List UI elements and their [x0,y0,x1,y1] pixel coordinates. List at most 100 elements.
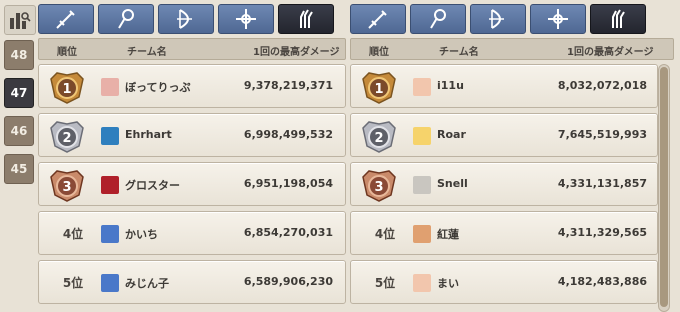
team-avatar [101,274,119,292]
cross-icon [236,9,256,29]
team-name: まい [437,277,459,290]
ranking-row[interactable]: 5位 みじん子 6,589,906,230 [38,260,346,304]
ranking-scrollbar[interactable] [658,64,670,312]
rank-number: 1 [374,82,383,97]
tab-cross[interactable] [218,4,274,34]
header-rank: 順位 [57,47,77,58]
sword-icon [368,10,387,29]
ranking-column-header: 順位 チーム名 1回の最高ダメージ [38,38,346,60]
damage-value: 6,951,198,054 [243,177,333,190]
ranking-row[interactable]: 5位 まい 4,182,483,886 [350,260,658,304]
team-avatar [413,274,431,292]
staff-icon [118,9,134,29]
ranking-row[interactable]: 3 グロスター 6,951,198,054 [38,162,346,206]
rank-number: 1 [62,82,71,97]
bronze-medal-icon: 3 [50,170,84,202]
tab-gauntlet[interactable] [590,4,646,34]
rank-number: 2 [62,131,71,146]
ranking-row[interactable]: 2 Ehrhart 6,998,499,532 [38,113,346,157]
rank-number: 4位 [62,227,84,241]
ranking-panel-left: 順位 チーム名 1回の最高ダメージ 1 ぼってりっぷ 9,378,219,371 [38,0,346,312]
damage-value: 6,998,499,532 [243,128,333,141]
damage-value: 6,854,270,031 [243,226,333,239]
team-avatar [413,176,431,194]
tab-staff[interactable] [410,4,466,34]
rank-number: 3 [374,180,383,195]
bow-icon [489,9,504,29]
damage-value: 4,331,131,857 [557,177,647,190]
team-name: グロスター [125,179,180,192]
round-tab-47[interactable]: 47 [4,78,34,108]
team-name: Ehrhart [125,128,172,141]
staff-icon [430,9,446,29]
ranking-menu-button[interactable] [4,5,36,35]
team-avatar [413,225,431,243]
rank-number: 5位 [374,276,396,290]
tab-sword[interactable] [350,4,406,34]
round-tab-46[interactable]: 46 [4,116,34,146]
rank-number: 4位 [374,227,396,241]
header-rank: 順位 [369,47,389,58]
round-tab-48[interactable]: 48 [4,40,34,70]
team-name: かいち [125,228,158,241]
header-damage: 1回の最高ダメージ [253,47,340,58]
team-avatar [101,78,119,96]
ranking-row[interactable]: 1 ぼってりっぷ 9,378,219,371 [38,64,346,108]
gauntlet-icon [300,9,313,28]
ranking-panel-right: 順位 チーム名 1回の最高ダメージ 1 i11u 8,032,072,018 2 [350,0,676,312]
team-name: Roar [437,128,466,141]
ranking-row[interactable]: 4位 紅蓮 4,311,329,565 [350,211,658,255]
ranking-row[interactable]: 4位 かいち 6,854,270,031 [38,211,346,255]
bronze-medal-icon: 3 [362,170,396,202]
header-team: チーム名 [127,47,167,58]
cross-icon [548,9,568,29]
ranking-list: 1 i11u 8,032,072,018 2 Roar 7,645,519,99… [350,64,658,309]
team-name: みじん子 [125,277,169,290]
round-tabs: 48 47 46 45 [4,40,34,192]
round-tab-45[interactable]: 45 [4,154,34,184]
damage-value: 4,182,483,886 [557,275,647,288]
team-name: i11u [437,79,464,92]
weapon-tabs [38,4,334,36]
damage-value: 6,589,906,230 [243,275,333,288]
tab-sword[interactable] [38,4,94,34]
team-avatar [101,176,119,194]
silver-medal-icon: 2 [50,121,84,153]
header-team: チーム名 [439,47,479,58]
team-avatar [413,127,431,145]
tab-cross[interactable] [530,4,586,34]
team-avatar [101,225,119,243]
tab-bow[interactable] [470,4,526,34]
team-avatar [101,127,119,145]
damage-value: 4,311,329,565 [557,226,647,239]
ranking-list: 1 ぼってりっぷ 9,378,219,371 2 Ehrhart 6,998,4… [38,64,346,309]
rank-number: 5位 [62,276,84,290]
team-name: ぼってりっぷ [125,81,191,94]
ranking-stats-icon [10,12,31,29]
bow-icon [177,9,192,29]
ranking-column-header: 順位 チーム名 1回の最高ダメージ [350,38,674,60]
silver-medal-icon: 2 [362,121,396,153]
weapon-tabs [350,4,646,36]
ranking-row[interactable]: 3 Snell 4,331,131,857 [350,162,658,206]
header-damage: 1回の最高ダメージ [567,47,654,58]
damage-value: 8,032,072,018 [557,79,647,92]
sword-icon [56,10,75,29]
rank-number: 3 [62,180,71,195]
ranking-screen: 48 47 46 45 順位 チーム名 1回の最高ダメージ 1 ぼってりっぷ 9… [0,0,680,312]
rank-number: 2 [374,131,383,146]
damage-value: 7,645,519,993 [557,128,647,141]
tab-gauntlet[interactable] [278,4,334,34]
team-avatar [413,78,431,96]
scroll-thumb[interactable] [660,67,668,307]
team-name: Snell [437,177,468,190]
gold-medal-icon: 1 [50,72,84,104]
gauntlet-icon [612,9,625,28]
gold-medal-icon: 1 [362,72,396,104]
team-name: 紅蓮 [437,228,459,241]
damage-value: 9,378,219,371 [243,79,333,92]
ranking-row[interactable]: 2 Roar 7,645,519,993 [350,113,658,157]
tab-bow[interactable] [158,4,214,34]
ranking-row[interactable]: 1 i11u 8,032,072,018 [350,64,658,108]
tab-staff[interactable] [98,4,154,34]
